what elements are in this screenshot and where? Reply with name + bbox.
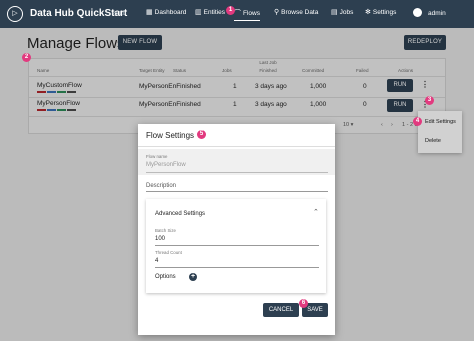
flow-name-label: Flow name (146, 154, 168, 159)
cancel-button[interactable]: CANCEL (263, 303, 299, 317)
flows-icon: ⌒ (234, 10, 241, 17)
nav-dashboard[interactable]: ▦ Dashboard (146, 8, 187, 17)
thread-count-underline (155, 267, 319, 268)
description-field[interactable]: Description (146, 183, 176, 189)
dialog-header-divider (138, 146, 335, 147)
step-marker: 3 (425, 96, 434, 105)
add-option-icon[interactable]: + (189, 273, 197, 281)
dashboard-icon: ▦ (146, 9, 153, 16)
thread-count-input[interactable]: 4 (155, 258, 158, 264)
step-marker: 5 (197, 130, 206, 139)
step-marker: 4 (413, 117, 422, 126)
logo-icon[interactable]: ▷ (7, 6, 23, 22)
jobs-icon: ▤ (331, 9, 338, 16)
gear-icon: ✻ (365, 9, 371, 16)
description-underline (146, 191, 328, 192)
app-version: v5.1.0 (112, 11, 126, 17)
nav-jobs[interactable]: ▤ Jobs (331, 8, 354, 17)
top-navbar: ▷ Data Hub QuickStart v5.1.0 ▦ Dashboard… (0, 0, 474, 28)
options-label: Options (155, 274, 176, 280)
nav-flows[interactable]: ⌒ Flows (234, 8, 260, 21)
thread-count-label: Thread Count (155, 250, 182, 255)
user-avatar-icon[interactable] (413, 8, 422, 17)
chevron-up-icon[interactable]: ⌃ (313, 208, 319, 216)
advanced-settings-title[interactable]: Advanced Settings (155, 211, 205, 217)
advanced-settings-panel: Advanced Settings ⌃ Batch Size 100 Threa… (146, 199, 326, 293)
nav-browse-data[interactable]: ⚲ Browse Data (274, 8, 319, 17)
entities-icon: ▥ (195, 9, 202, 16)
dialog-title: Flow Settings (146, 131, 195, 140)
flow-name-underline (146, 172, 328, 173)
search-icon: ⚲ (274, 9, 280, 16)
nav-jobs-label: Jobs (339, 8, 354, 16)
batch-size-underline (155, 245, 319, 246)
step-marker: 6 (299, 299, 308, 308)
batch-size-label: Batch Size (155, 228, 176, 233)
step-marker: 1 (226, 6, 235, 15)
nav-flows-label: Flows (243, 9, 260, 17)
nav-settings[interactable]: ✻ Settings (365, 8, 397, 17)
nav-settings-label: Settings (372, 8, 397, 16)
step-marker: 2 (22, 53, 31, 62)
nav-dashboard-label: Dashboard (154, 8, 187, 16)
batch-size-input[interactable]: 100 (155, 236, 165, 242)
user-name[interactable]: admin (428, 10, 446, 17)
nav-entities[interactable]: ▥ Entities (195, 8, 225, 17)
nav-entities-label: Entities (203, 8, 225, 16)
nav-browse-data-label: Browse Data (281, 8, 319, 16)
flow-name-field: MyPersonFlow (146, 162, 186, 168)
